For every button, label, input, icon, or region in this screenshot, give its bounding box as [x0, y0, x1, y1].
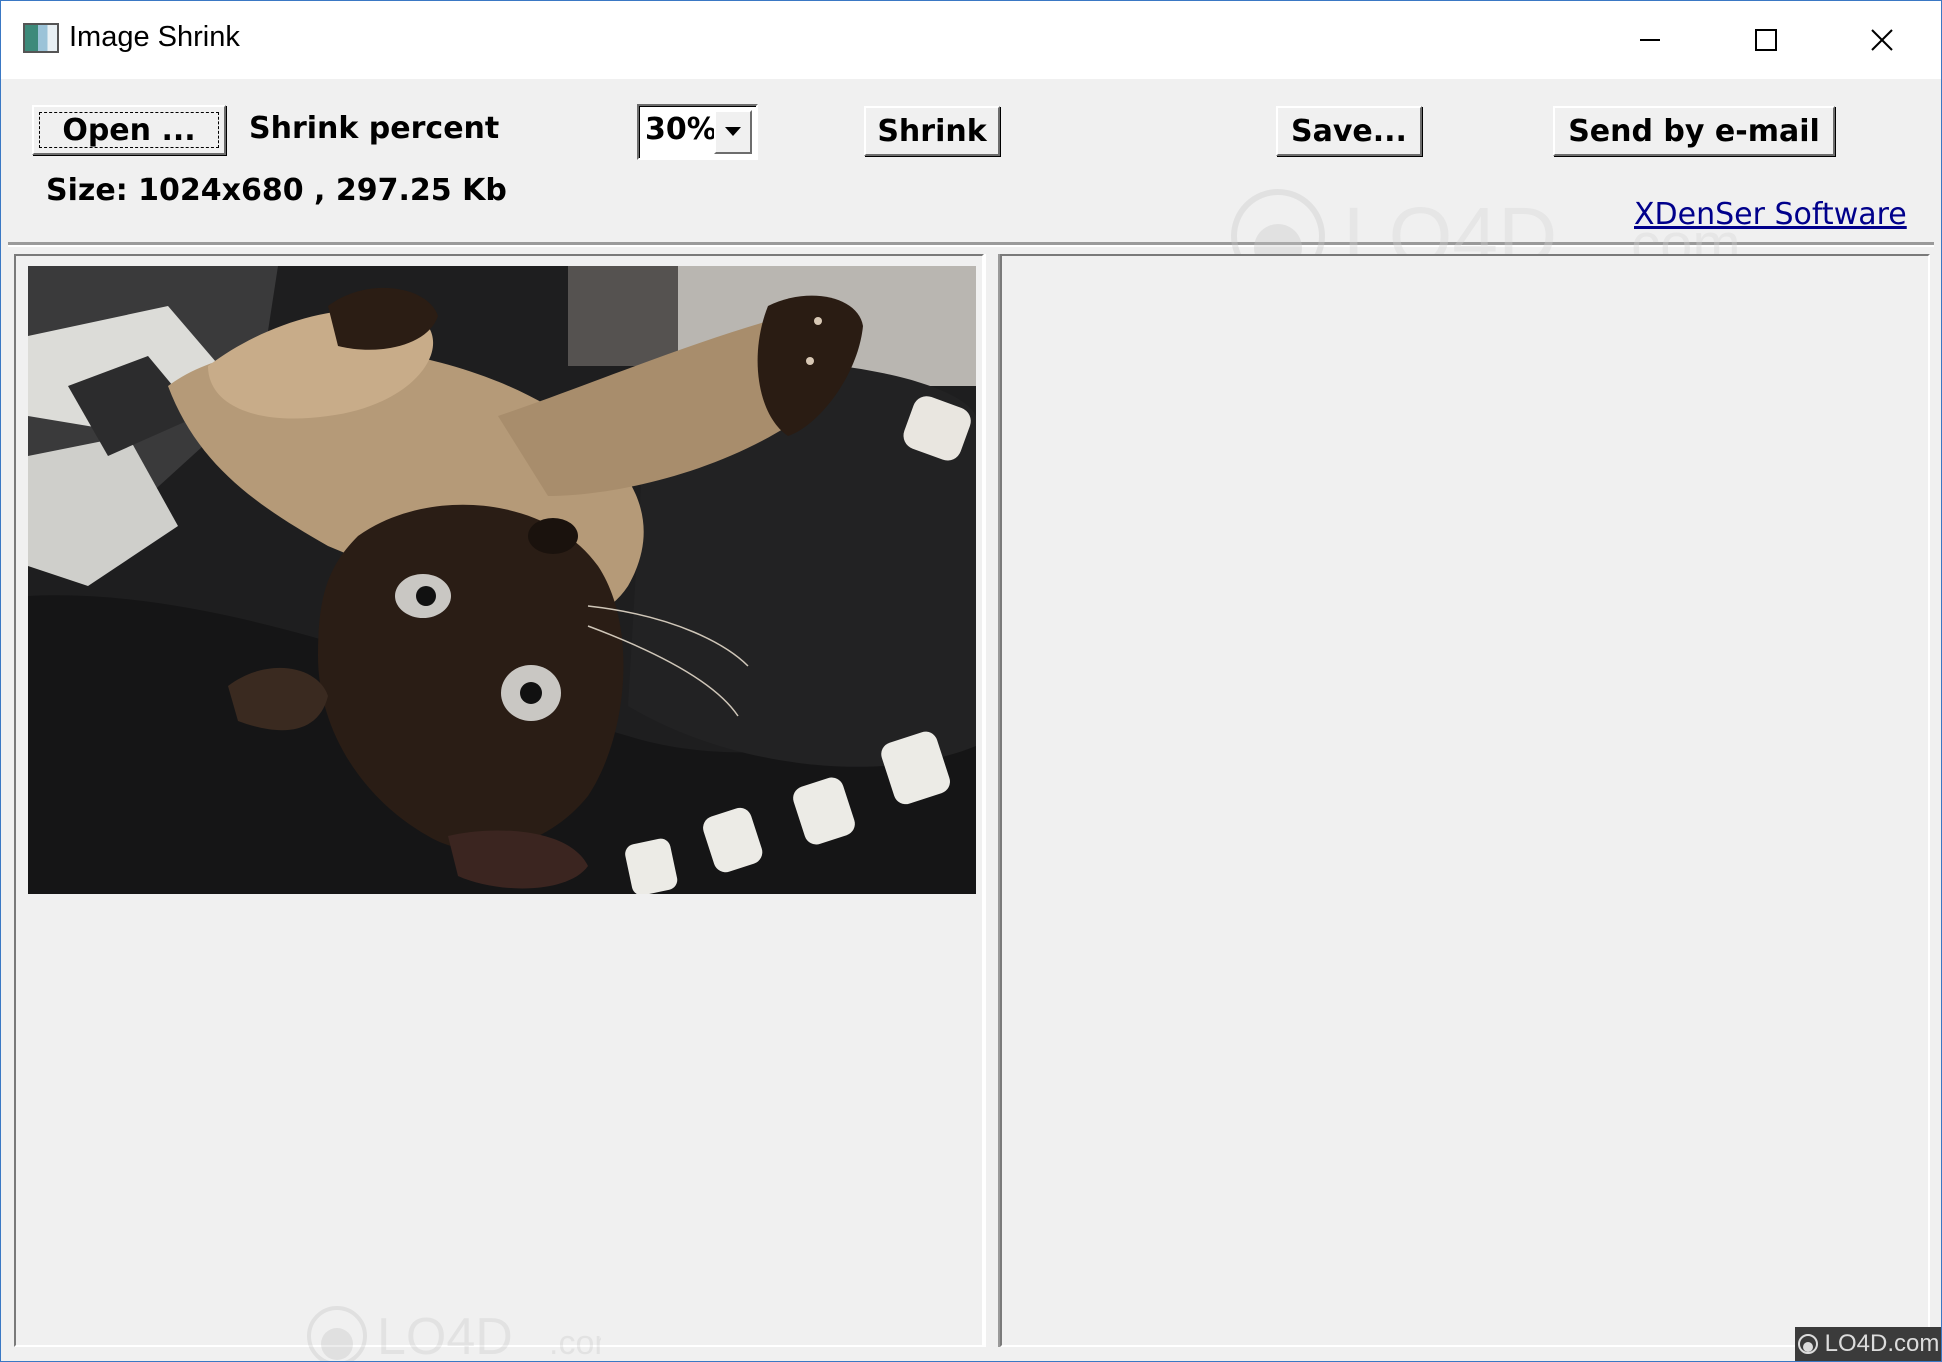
vendor-link[interactable]: XDenSer Software — [1634, 197, 1907, 232]
client-area: Open ... Shrink percent 30% Shrink Save.… — [8, 84, 1934, 1361]
maximize-icon — [1755, 29, 1777, 51]
save-button[interactable]: Save... — [1276, 106, 1422, 156]
toolbar: Open ... Shrink percent 30% Shrink Save.… — [8, 84, 1934, 283]
watermark-secondary: LO4D .com — [301, 1304, 623, 1362]
chevron-down-icon — [725, 127, 741, 136]
minimize-button[interactable] — [1592, 1, 1708, 79]
maximize-button[interactable] — [1708, 1, 1824, 79]
app-window: Image Shrink Open ... Shrink percent 30%… — [0, 0, 1942, 1362]
shrink-percent-select[interactable]: 30% — [637, 104, 758, 160]
shrink-percent-label: Shrink percent — [249, 111, 500, 146]
app-icon[interactable] — [23, 23, 59, 53]
image-size-info: Size: 1024x680 , 297.25 Kb — [46, 173, 507, 208]
watermark-logo-icon: LO4D .com — [307, 1306, 623, 1362]
title-bar[interactable]: Image Shrink — [1, 1, 1941, 79]
original-image — [28, 266, 976, 894]
dropdown-button[interactable] — [714, 110, 752, 154]
svg-text:.com: .com — [549, 1324, 601, 1362]
open-button[interactable]: Open ... — [32, 105, 226, 155]
close-icon — [1871, 29, 1893, 51]
window-title: Image Shrink — [69, 21, 240, 53]
watermark-logo-icon — [1797, 1334, 1818, 1354]
original-image-pane: LO4D .com — [14, 254, 984, 1361]
send-email-button[interactable]: Send by e-mail — [1553, 106, 1835, 156]
pane-splitter[interactable] — [984, 254, 1000, 1347]
corner-watermark: LO4D.com — [1795, 1327, 1941, 1361]
shrink-button[interactable]: Shrink — [864, 106, 1000, 156]
cat-photo — [28, 266, 976, 894]
shrunk-image-pane — [1000, 254, 1930, 1347]
shrink-percent-value: 30% — [645, 112, 717, 147]
minimize-icon — [1640, 39, 1660, 41]
svg-text:LO4D: LO4D — [377, 1308, 513, 1362]
close-button[interactable] — [1824, 1, 1940, 79]
corner-watermark-text: LO4D.com — [1824, 1330, 1940, 1357]
